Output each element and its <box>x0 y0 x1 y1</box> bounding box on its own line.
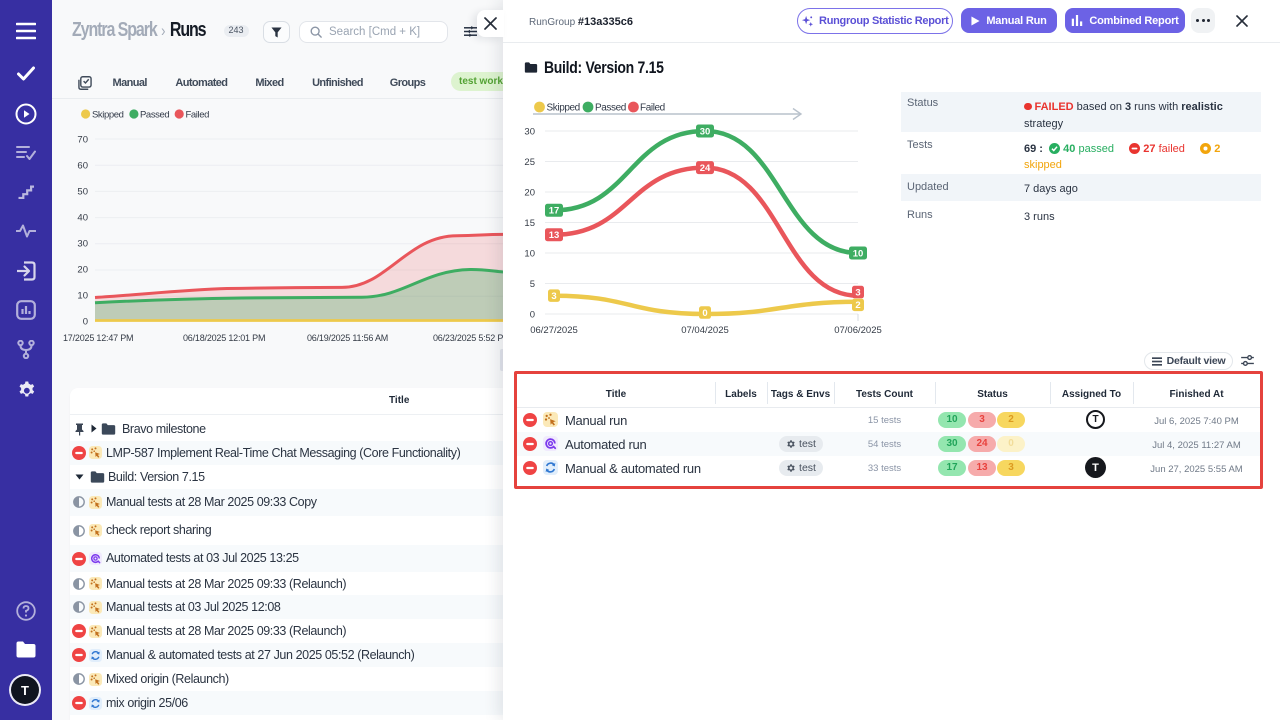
svg-text:20: 20 <box>524 188 535 199</box>
svg-text:3: 3 <box>855 287 860 298</box>
svg-text:40: 40 <box>77 213 88 224</box>
svg-text:0: 0 <box>83 317 88 328</box>
svg-text:30: 30 <box>77 239 88 250</box>
svg-text:06/18/2025 12:01 PM: 06/18/2025 12:01 PM <box>183 333 265 343</box>
svg-text:2: 2 <box>855 300 860 311</box>
svg-text:Failed: Failed <box>640 103 665 114</box>
svg-text:06/23/2025 5:52 P: 06/23/2025 5:52 P <box>433 333 503 343</box>
svg-text:24: 24 <box>700 163 711 174</box>
svg-text:15: 15 <box>524 218 535 229</box>
svg-text:13: 13 <box>549 230 560 241</box>
svg-text:10: 10 <box>853 248 864 259</box>
svg-text:20: 20 <box>77 265 88 276</box>
svg-text:06/19/2025 11:56 AM: 06/19/2025 11:56 AM <box>307 333 388 343</box>
svg-text:25: 25 <box>524 157 535 168</box>
svg-text:17: 17 <box>549 206 560 217</box>
svg-text:50: 50 <box>77 187 88 198</box>
svg-text:Passed: Passed <box>595 103 626 114</box>
svg-text:30: 30 <box>700 126 711 137</box>
svg-text:3: 3 <box>551 291 556 302</box>
svg-text:60: 60 <box>77 161 88 172</box>
svg-text:06/27/2025: 06/27/2025 <box>530 325 578 336</box>
svg-text:17/2025 12:47 PM: 17/2025 12:47 PM <box>63 333 133 343</box>
svg-text:Failed: Failed <box>186 110 210 121</box>
svg-text:0: 0 <box>530 310 535 321</box>
svg-text:10: 10 <box>77 291 88 302</box>
svg-text:07/04/2025: 07/04/2025 <box>681 325 729 336</box>
svg-text:Passed: Passed <box>140 110 169 121</box>
svg-text:07/06/2025: 07/06/2025 <box>834 325 882 336</box>
svg-text:30: 30 <box>524 127 535 138</box>
svg-text:70: 70 <box>77 135 88 146</box>
svg-text:5: 5 <box>530 279 535 290</box>
svg-text:10: 10 <box>524 249 535 260</box>
svg-text:0: 0 <box>702 308 707 319</box>
svg-text:Skipped: Skipped <box>92 110 124 121</box>
svg-text:Skipped: Skipped <box>547 103 580 114</box>
